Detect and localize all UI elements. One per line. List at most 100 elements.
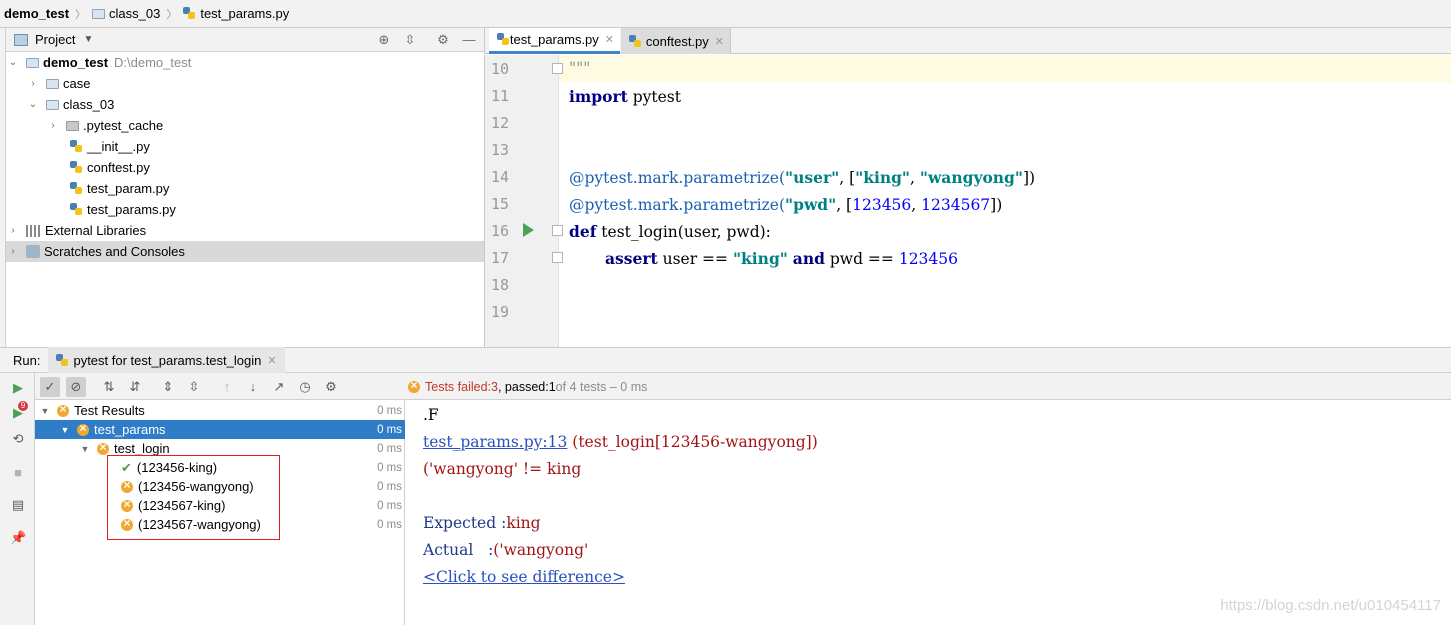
failed-icon <box>57 402 69 417</box>
result-duration: 0 ms <box>377 499 402 512</box>
code-editor[interactable]: 10 11 12 13 14 15 16 17 18 19 """ import… <box>484 55 1451 347</box>
run-side-toolbar: ▶ ▶ 9 ⟲ ■ ▤ 📌 <box>0 373 35 625</box>
project-icon <box>14 33 28 46</box>
rerun-icon[interactable]: ▶ <box>10 380 26 396</box>
tree-item-label: demo_test <box>43 55 109 70</box>
current-line-highlight <box>485 55 1451 82</box>
fold-marker-icon[interactable] <box>552 252 563 263</box>
tree-item-init-py[interactable]: __init__.py <box>6 136 484 157</box>
folder-icon <box>46 78 59 89</box>
project-view-selector[interactable]: Project ▼ <box>6 28 93 52</box>
line-number: 11 <box>490 87 509 105</box>
breadcrumb-folder[interactable]: class_03 <box>88 0 164 28</box>
close-icon[interactable]: ✕ <box>605 33 614 46</box>
previous-failed-icon[interactable]: ↑ <box>217 377 237 397</box>
python-file-icon <box>629 34 642 48</box>
tree-item-pytest-cache[interactable]: › .pytest_cache <box>6 115 484 136</box>
code-line-17: assert user == "king" and pwd == 123456 <box>605 249 958 268</box>
tree-item-test-params-py[interactable]: test_params.py <box>6 199 484 220</box>
gear-icon[interactable]: ⚙ <box>321 377 341 397</box>
tree-item-case[interactable]: › case <box>6 73 484 94</box>
tree-item-class-03[interactable]: ⌄ class_03 <box>6 94 484 115</box>
export-icon[interactable]: ↗ <box>269 377 289 397</box>
tab-label: conftest.py <box>645 33 709 49</box>
line-number: 17 <box>490 249 509 267</box>
python-file-icon <box>70 140 83 153</box>
close-icon[interactable]: ✕ <box>715 35 724 48</box>
tree-item-label: class_03 <box>63 97 115 112</box>
line-number: 10 <box>490 60 509 78</box>
pin-icon[interactable]: 📌 <box>10 530 26 546</box>
run-test-icon[interactable] <box>523 223 534 237</box>
failed-icon <box>77 421 89 436</box>
toggle-auto-test-icon[interactable]: ⟲ <box>10 431 26 447</box>
python-file-icon <box>497 33 509 46</box>
code-line-11: import pytest <box>569 87 681 106</box>
status-failed-count: 3 <box>491 379 498 394</box>
result-label: test_params <box>94 422 166 437</box>
layout-icon[interactable]: ▤ <box>10 497 26 513</box>
status-failed-label: Tests failed: <box>425 379 492 394</box>
close-icon[interactable]: ✕ <box>267 354 276 367</box>
source-link[interactable]: test_params.py:13 <box>423 433 567 451</box>
result-item-root[interactable]: ▼ Test Results 0 ms <box>35 401 405 420</box>
navigation-breadcrumb: demo_test 〉 class_03 〉 test_params.py <box>0 0 1451 28</box>
line-number: 13 <box>490 141 509 159</box>
show-passed-icon[interactable]: ✓ <box>40 377 60 397</box>
breadcrumb-project[interactable]: demo_test <box>0 0 73 28</box>
code-line-14: @pytest.mark.parametrize("user", ["king"… <box>569 168 1036 187</box>
fold-marker-icon[interactable] <box>552 63 563 74</box>
code-line-16: def test_login(user, pwd): <box>569 222 771 241</box>
history-icon[interactable]: ◷ <box>295 377 315 397</box>
result-duration: 0 ms <box>377 442 402 455</box>
console-output[interactable]: .F test_params.py:13 (test_login[123456-… <box>406 400 1451 625</box>
editor-tab-bar: test_params.py ✕ conftest.py ✕ <box>484 28 1451 54</box>
project-panel-header: Project ▼ ⊕ ⇳ ⚙ — <box>6 28 484 52</box>
chevron-right-icon: › <box>51 120 55 131</box>
status-passed-label: , passed: <box>497 379 549 394</box>
rerun-failed-icon[interactable]: ▶ 9 <box>10 401 28 421</box>
result-item-test-params[interactable]: ▼ test_params 0 ms <box>35 420 405 439</box>
tree-item-demo-test[interactable]: ⌄ demo_test D:\demo_test <box>6 52 484 73</box>
breadcrumb-file[interactable]: test_params.py <box>179 0 293 28</box>
breadcrumb-folder-label: class_03 <box>109 6 161 21</box>
project-tree: ⌄ demo_test D:\demo_test › case ⌄ class_… <box>6 52 484 348</box>
gear-icon[interactable]: ⚙ <box>435 32 451 48</box>
show-diff-link[interactable]: <Click to see difference> <box>423 568 625 586</box>
hide-panel-icon[interactable]: — <box>461 32 477 48</box>
result-duration: 0 ms <box>377 461 402 474</box>
tree-item-scratches[interactable]: › Scratches and Consoles <box>6 241 484 262</box>
line-number: 15 <box>490 195 509 213</box>
locate-file-icon[interactable]: ⊕ <box>376 32 392 48</box>
tree-item-conftest-py[interactable]: conftest.py <box>6 157 484 178</box>
breadcrumb-project-label: demo_test <box>4 6 70 21</box>
watermark: https://blog.csdn.net/u010454117 <box>1220 597 1441 614</box>
tree-item-label: .pytest_cache <box>83 118 164 133</box>
chevron-down-icon: ⌄ <box>28 99 38 110</box>
show-ignored-icon[interactable]: ⊘ <box>66 377 86 397</box>
tree-item-test-param-py[interactable]: test_param.py <box>6 178 484 199</box>
tree-item-external-libraries[interactable]: › External Libraries <box>6 220 484 241</box>
status-passed-count: 1 <box>548 379 556 394</box>
sort-alphabetically-icon[interactable]: ⇅ <box>99 377 119 397</box>
project-panel-title: Project <box>35 32 76 47</box>
tree-item-label: conftest.py <box>87 160 150 175</box>
tab-conftest-py[interactable]: conftest.py ✕ <box>621 28 731 54</box>
result-duration: 0 ms <box>377 480 402 493</box>
tab-pytest-run[interactable]: pytest for test_params.test_login ✕ <box>48 347 285 373</box>
tab-test-params-py[interactable]: test_params.py ✕ <box>489 28 620 54</box>
expand-all-icon[interactable]: ⇕ <box>158 377 178 397</box>
tree-item-label: Scratches and Consoles <box>44 244 185 259</box>
next-failed-icon[interactable]: ↓ <box>243 377 263 397</box>
collapse-all-icon[interactable]: ⇳ <box>184 377 204 397</box>
result-duration: 0 ms <box>377 423 402 436</box>
sort-by-duration-icon[interactable]: ⇵ <box>125 377 145 397</box>
console-line: .F <box>423 406 439 424</box>
run-toolbar: ✓ ⊘ ⇅ ⇵ ⇕ ⇳ ↑ ↓ ↗ ◷ ⚙ Tests failed: 3, p… <box>35 373 1451 400</box>
collapse-all-icon[interactable]: ⇳ <box>402 32 418 48</box>
stop-icon[interactable]: ■ <box>10 465 26 481</box>
tree-item-path: D:\demo_test <box>114 55 192 70</box>
fold-marker-icon[interactable] <box>552 225 563 236</box>
failed-status-icon <box>408 378 420 393</box>
test-status: Tests failed: 3, passed: 1 of 4 tests – … <box>408 373 647 400</box>
